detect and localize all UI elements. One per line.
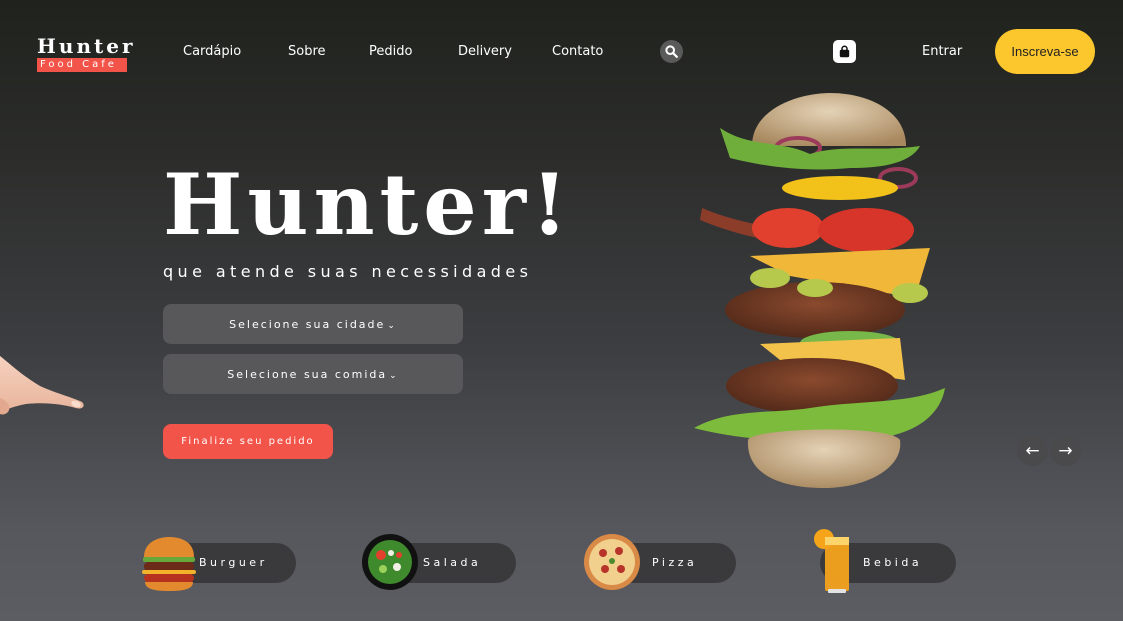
carousel-next-button[interactable]: → (1050, 435, 1081, 466)
search-icon (665, 45, 678, 58)
logo-subtitle: Food Cafe (37, 58, 127, 72)
logo-title: Hunter (37, 34, 136, 58)
cart-button[interactable] (833, 40, 856, 63)
nav-item-cardapio[interactable]: Cardápio (183, 44, 241, 59)
search-button[interactable] (660, 40, 683, 63)
shopping-bag-icon (839, 45, 850, 58)
category-burguer-label: Burguer (199, 556, 268, 569)
hero-subtitle: que atende suas necessidades (163, 262, 533, 281)
category-pizza-label: Pizza (652, 556, 698, 569)
category-salada-label: Salada (423, 556, 482, 569)
nav-item-sobre[interactable]: Sobre (288, 44, 326, 59)
city-select-label: Selecione sua cidade (229, 317, 386, 331)
city-select[interactable]: Selecione sua cidade ⌄ (163, 304, 463, 344)
hero-title: Hunter! (163, 155, 573, 254)
chevron-down-icon: ⌄ (387, 321, 397, 331)
carousel-prev-button[interactable]: ← (1017, 435, 1048, 466)
pizza-icon (584, 534, 640, 590)
drink-icon (814, 529, 849, 593)
chevron-down-icon: ⌄ (389, 371, 399, 381)
logo[interactable]: Hunter Food Cafe (37, 34, 136, 72)
signup-button[interactable]: Inscreva-se (995, 29, 1095, 74)
category-bebida-label: Bebida (863, 556, 923, 569)
nav-item-contato[interactable]: Contato (552, 44, 603, 59)
burger-hero-image (694, 93, 945, 488)
salad-icon (362, 534, 418, 590)
login-link[interactable]: Entrar (922, 44, 962, 59)
burger-icon (142, 537, 196, 591)
nav-item-delivery[interactable]: Delivery (458, 44, 512, 59)
food-select-label: Selecione sua comida (227, 367, 388, 381)
pointing-hand-image (0, 356, 84, 415)
food-select[interactable]: Selecione sua comida ⌄ (163, 354, 463, 394)
nav-item-pedido[interactable]: Pedido (369, 44, 412, 59)
order-button[interactable]: Finalize seu pedido (163, 424, 333, 459)
